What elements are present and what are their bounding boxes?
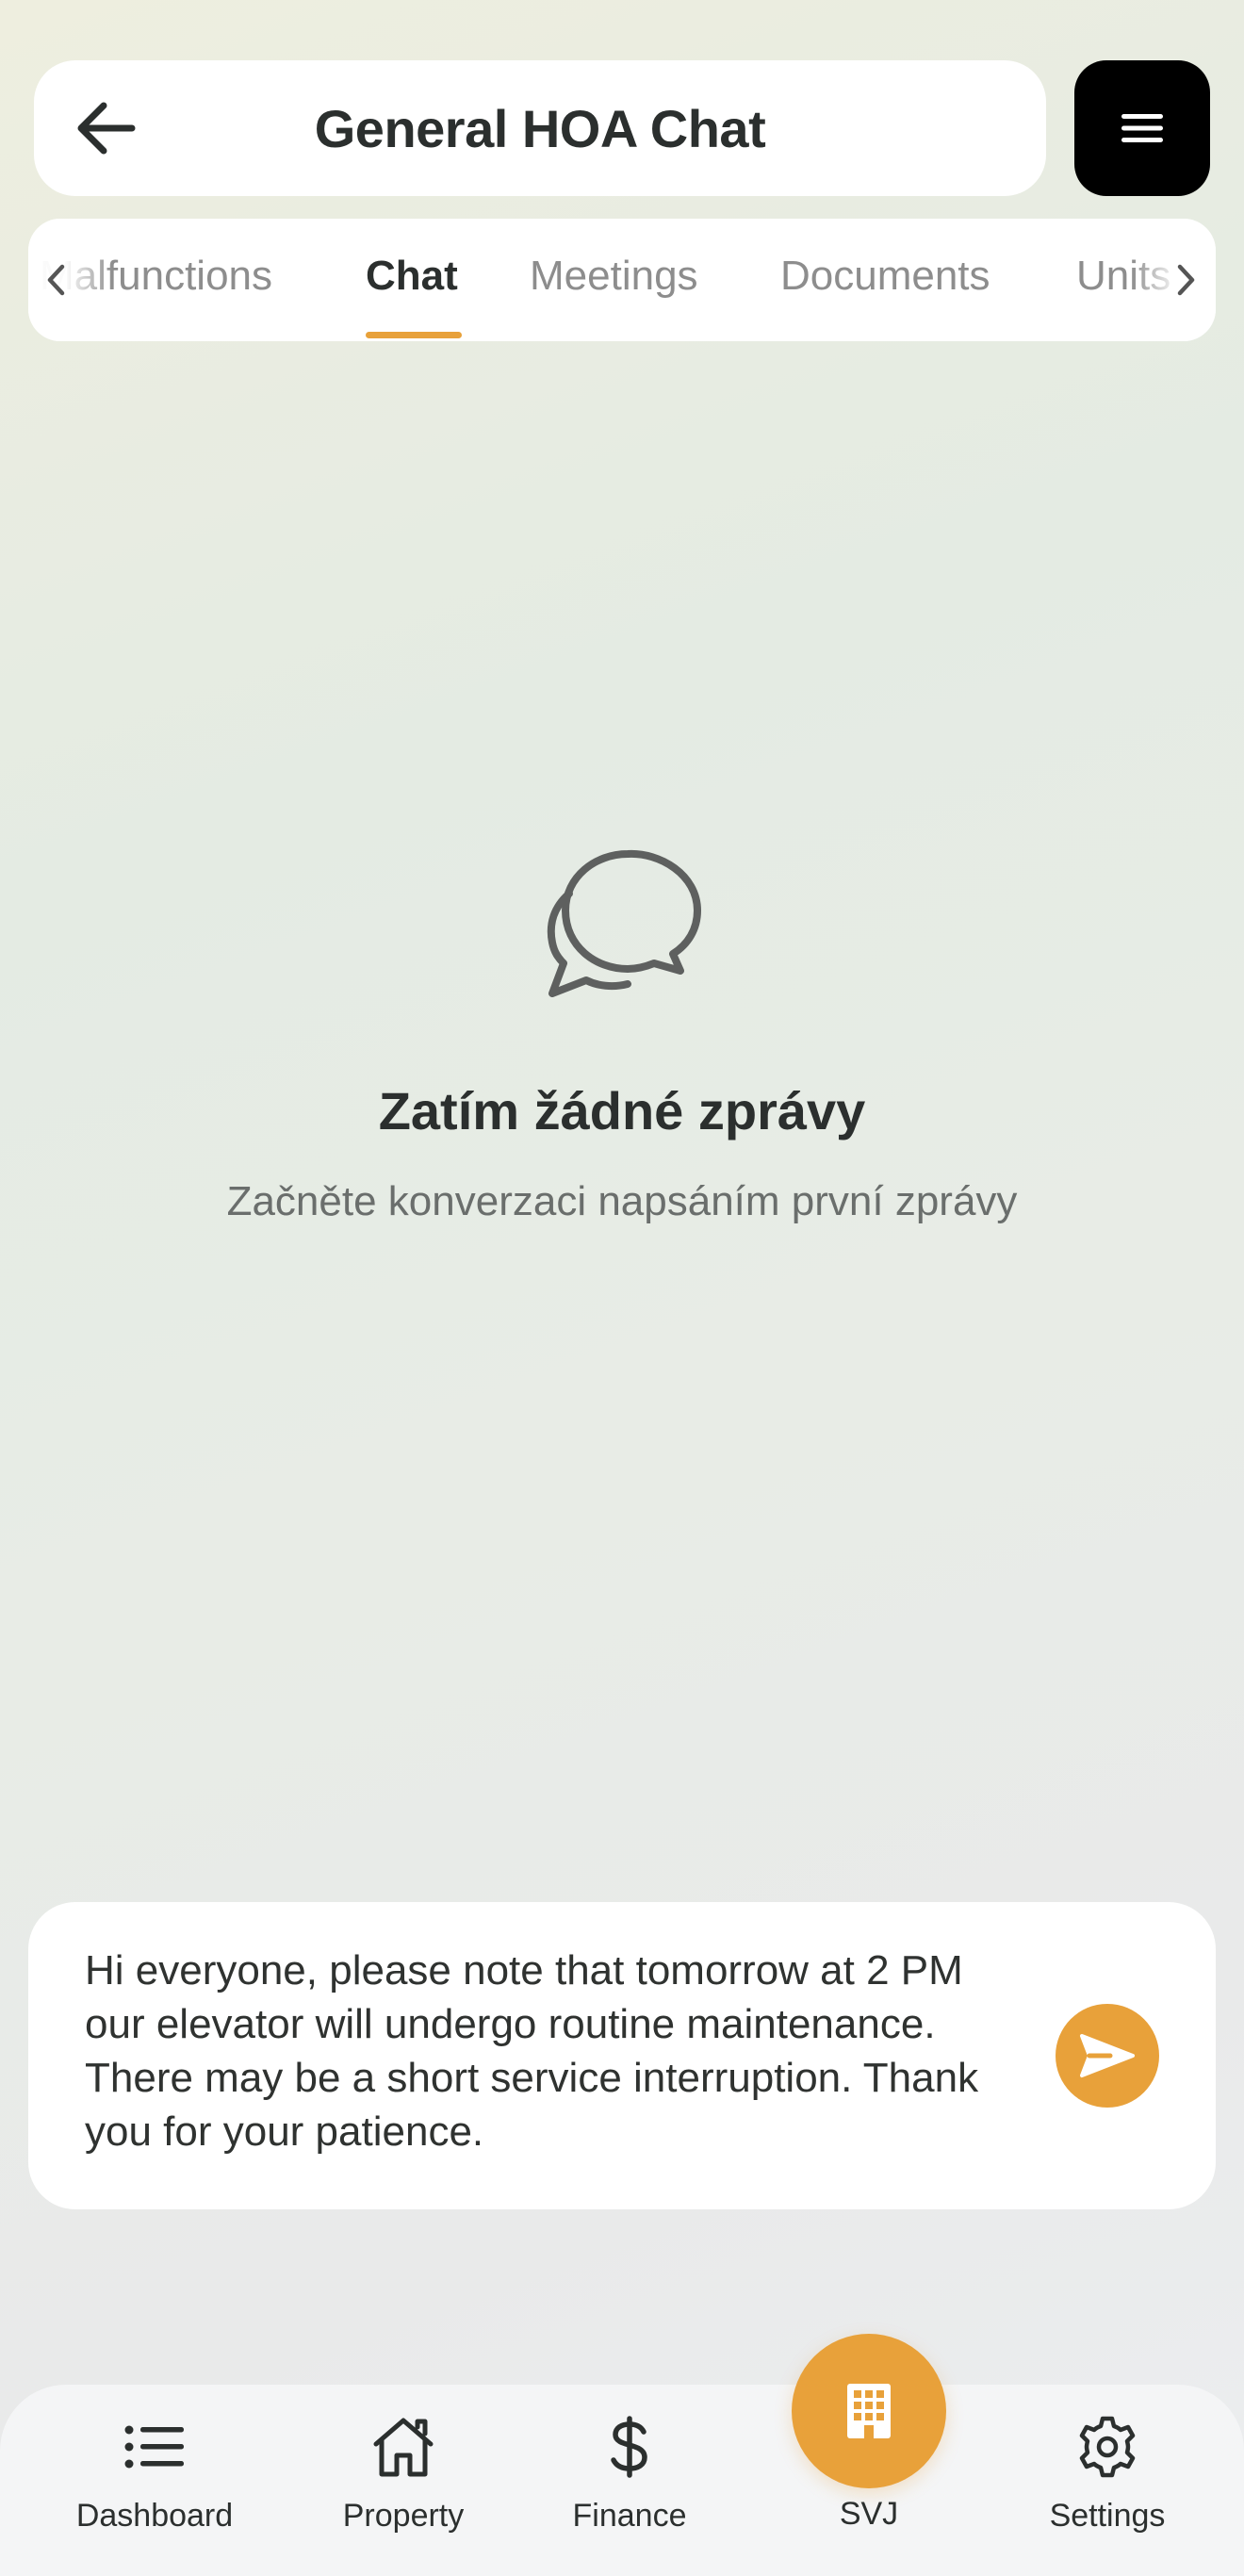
nav-property-label: Property xyxy=(342,2498,465,2534)
building-icon xyxy=(847,2384,891,2438)
nav-settings[interactable]: Settings xyxy=(1004,2413,1211,2535)
nav-dashboard-label: Dashboard xyxy=(75,2498,234,2534)
arrow-left-icon xyxy=(77,102,136,155)
message-composer xyxy=(28,1902,1216,2209)
nav-settings-label: Settings xyxy=(1049,2498,1166,2534)
nav-finance[interactable]: Finance xyxy=(526,2413,733,2535)
tab-meetings[interactable]: Meetings xyxy=(530,253,698,300)
nav-finance-label: Finance xyxy=(572,2498,687,2534)
chevron-left-icon xyxy=(47,264,65,296)
tab-chat[interactable]: Chat xyxy=(366,253,458,300)
tab-documents[interactable]: Documents xyxy=(780,253,990,300)
nav-svj-button[interactable] xyxy=(792,2334,946,2488)
chat-bubbles-icon xyxy=(547,849,701,997)
hamburger-menu-icon xyxy=(1121,114,1163,142)
menu-button[interactable] xyxy=(1074,60,1210,196)
tabs-scroll-left-button[interactable] xyxy=(28,219,113,341)
send-icon xyxy=(1080,2034,1135,2077)
message-input[interactable] xyxy=(85,1944,1027,2170)
header-bar: General HOA Chat xyxy=(34,60,1046,196)
empty-state-subtitle: Začněte konverzaci napsáním první zprávy xyxy=(226,1178,1018,1224)
list-icon xyxy=(124,2425,184,2469)
back-button[interactable] xyxy=(68,90,143,166)
page-title: General HOA Chat xyxy=(314,98,766,158)
empty-state-title: Zatím žádné zprávy xyxy=(378,1081,866,1140)
active-tab-indicator xyxy=(366,332,462,338)
nav-svj-label: SVJ xyxy=(839,2496,899,2532)
dollar-icon xyxy=(611,2416,647,2478)
home-icon xyxy=(373,2418,434,2477)
send-button[interactable] xyxy=(1056,2004,1159,2108)
nav-dashboard[interactable]: Dashboard xyxy=(51,2413,258,2535)
section-tabs: Malfunctions Chat Meetings Documents Uni… xyxy=(28,219,1216,341)
nav-property[interactable]: Property xyxy=(300,2413,507,2535)
gear-icon xyxy=(1079,2416,1136,2478)
tabs-scroll-right-button[interactable] xyxy=(1131,219,1216,341)
chevron-right-icon xyxy=(1177,264,1195,296)
